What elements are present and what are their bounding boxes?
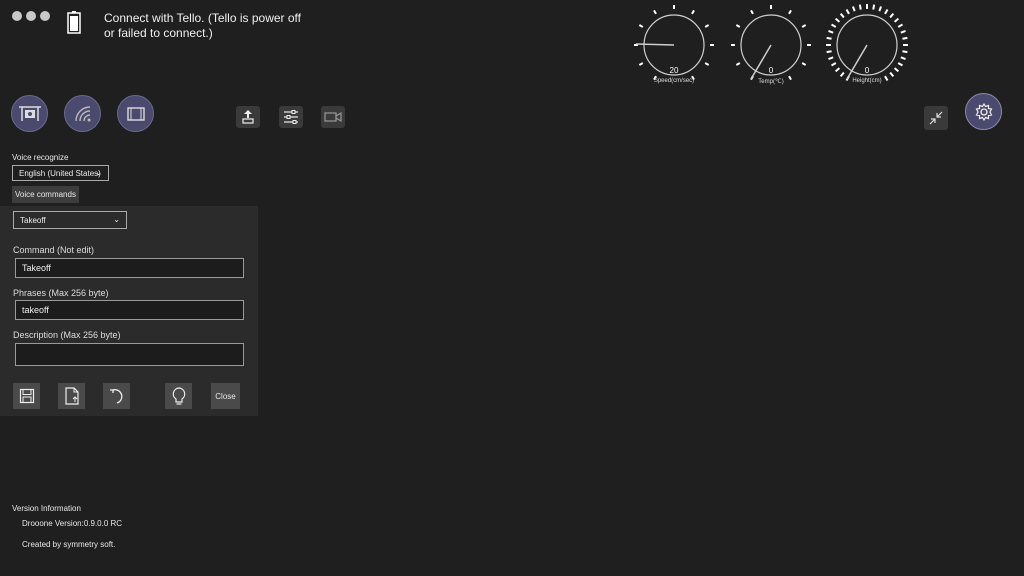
settings-sliders-button[interactable] — [279, 106, 303, 128]
gauge-tick — [878, 6, 882, 12]
gear-icon — [975, 102, 992, 121]
gauge-tick — [839, 12, 845, 19]
lightbulb-icon — [172, 387, 185, 405]
export-file-icon — [64, 387, 79, 405]
language-value: English (United States) — [19, 168, 101, 178]
height-gauge: 0 Height(cm) — [825, 3, 909, 87]
gauge-tick — [872, 4, 876, 10]
camera-button[interactable] — [321, 106, 345, 128]
undo-button[interactable] — [103, 383, 130, 409]
wifi-button[interactable] — [64, 95, 101, 132]
credit-text: Created by symmetry soft. — [22, 540, 116, 549]
sliders-icon — [284, 110, 298, 124]
drone-icon — [18, 105, 41, 121]
temp-gauge: 0 Temp(℃) — [729, 3, 813, 87]
hint-button[interactable] — [165, 383, 192, 409]
undo-icon — [109, 389, 122, 404]
description-field[interactable] — [15, 343, 244, 366]
gauge-tick — [845, 8, 850, 15]
gauge-tick — [638, 24, 644, 28]
voice-recognize-label: Voice recognize — [12, 153, 69, 162]
gauge-tick — [830, 23, 837, 28]
gauge-tick — [897, 23, 904, 28]
save-button[interactable] — [13, 383, 40, 409]
version-heading: Version Information — [12, 504, 81, 513]
gauge-tick — [902, 36, 908, 40]
battery-icon — [67, 11, 81, 34]
gauge-tick — [858, 4, 862, 10]
command-label: Command (Not edit) — [13, 245, 95, 255]
wifi-icon — [74, 105, 90, 121]
close-button[interactable]: Close — [211, 383, 240, 409]
gauge-tick — [691, 9, 695, 15]
collapse-button[interactable] — [924, 106, 948, 130]
gauge-tick — [704, 24, 710, 28]
chevron-down-icon: ⌄ — [95, 168, 102, 178]
drone-mode-button[interactable] — [11, 95, 48, 132]
gauge-tick — [900, 30, 906, 34]
takeoff-icon — [242, 110, 254, 124]
settings-button[interactable] — [965, 93, 1002, 130]
command-field: Takeoff — [15, 258, 244, 278]
camera-icon — [324, 111, 342, 123]
description-label: Description (Max 256 byte) — [13, 330, 121, 340]
gauge-tick — [900, 56, 906, 60]
gauge-tick — [828, 30, 834, 34]
gauge-tick — [826, 50, 832, 54]
gauge-tick — [801, 62, 807, 66]
chevron-down-icon: ⌄ — [113, 215, 120, 225]
export-button[interactable] — [58, 383, 85, 409]
gauge-tick — [735, 62, 741, 66]
gauge-tick — [884, 8, 889, 15]
temp-label: Temp(℃) — [758, 79, 784, 85]
gauge-tick — [653, 9, 657, 15]
gauge-tick — [826, 36, 832, 40]
command-select-value: Takeoff — [20, 215, 46, 225]
gauge-tick — [834, 17, 841, 23]
height-value: 0 — [864, 66, 870, 75]
language-select[interactable]: English (United States) ⌄ — [12, 165, 109, 181]
voice-commands-button[interactable]: Voice commands — [12, 186, 79, 203]
screen-button[interactable] — [117, 95, 154, 132]
temp-value: 0 — [768, 66, 774, 75]
gauge-tick — [889, 12, 895, 19]
command-select[interactable]: Takeoff ⌄ — [13, 211, 127, 229]
window-dot-2[interactable] — [26, 11, 36, 21]
speed-value: 20 — [669, 66, 679, 75]
connection-status: Connect with Tello. (Tello is power off … — [104, 11, 301, 40]
gauge-tick — [801, 24, 807, 28]
phrases-field[interactable]: takeoff — [15, 300, 244, 320]
save-icon — [19, 388, 34, 404]
gauge-tick — [704, 62, 710, 66]
screen-icon — [126, 106, 145, 121]
gauge-tick — [902, 50, 908, 54]
collapse-icon — [929, 111, 943, 125]
takeoff-button[interactable] — [236, 106, 260, 128]
window-dot-3[interactable] — [40, 11, 50, 21]
gauge-tick — [893, 17, 900, 23]
phrases-label: Phrases (Max 256 byte) — [13, 288, 109, 298]
gauge-tick — [828, 56, 834, 60]
version-text: Drooone Version:0.9.0.0 RC — [22, 519, 123, 528]
gauge-tick — [852, 6, 856, 12]
gauge-tick — [750, 9, 754, 15]
height-label: Height(cm) — [852, 78, 882, 84]
speed-gauge: 20 Speed(cm/sec) — [632, 3, 716, 87]
gauge-tick — [788, 9, 792, 15]
speed-label: Speed(cm/sec) — [653, 78, 695, 84]
window-dot-1[interactable] — [12, 11, 22, 21]
gauge-tick — [735, 24, 741, 28]
gauge-tick — [638, 62, 644, 66]
